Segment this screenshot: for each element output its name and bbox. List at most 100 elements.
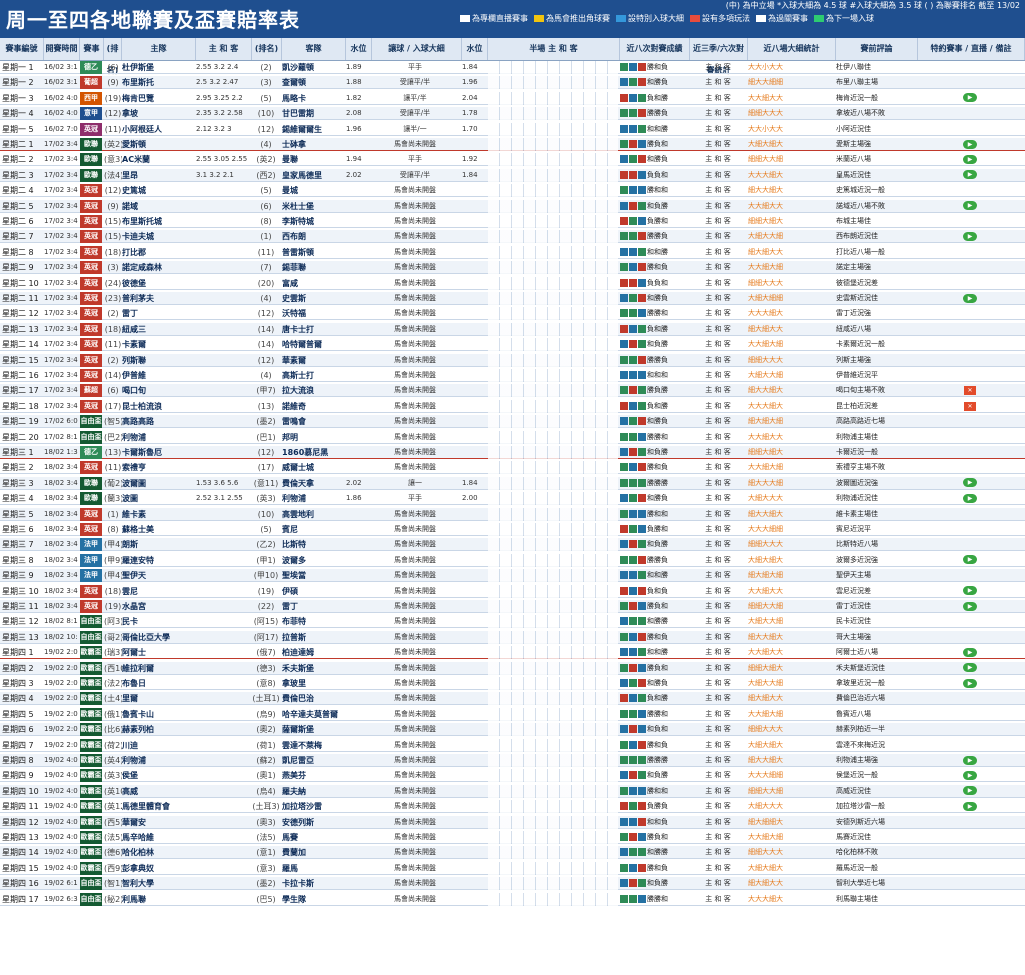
away-team[interactable]: 錫維爾爾生 xyxy=(282,123,346,136)
live-stream-icon[interactable]: ▶ xyxy=(963,139,977,149)
home-team[interactable]: 高路高路 xyxy=(122,415,194,428)
table-row[interactable]: 星期一 4 16/02 4:00am意甲(12)拿坡2.35 3.2 2.58 (1… xyxy=(0,107,1025,121)
table-row[interactable]: 星期三 8 18/02 3:45am法甲(甲9)羅連安特 (甲1) 波爾多 馬會尚未開盤… xyxy=(0,553,1025,567)
away-team[interactable]: 賓尼 xyxy=(282,523,346,536)
away-team[interactable]: 富咸 xyxy=(282,277,346,290)
away-team[interactable]: 波爾多 xyxy=(282,554,346,567)
home-team[interactable]: 布里斯托城 xyxy=(122,215,194,228)
away-team[interactable]: 費倫天拿 xyxy=(282,477,346,490)
home-team[interactable]: 阿爾士 xyxy=(122,646,194,659)
table-row[interactable]: 星期四 12 19/02 4:05am歐霸盃(西5)華爾安 (奧3) 安德列斯 馬會尚未… xyxy=(0,815,1025,829)
away-team[interactable]: 馬賽 xyxy=(282,831,346,844)
home-team[interactable]: 布魯日 xyxy=(122,677,194,690)
home-team[interactable]: 雲尼 xyxy=(122,585,194,598)
table-row[interactable]: 星期二 19 17/02 6:00am自由盃(智5)高路高路 (墨2) 雷鳴會 馬會尚未… xyxy=(0,415,1025,429)
home-team[interactable]: 波爾圖 xyxy=(122,477,194,490)
table-row[interactable]: 星期二 5 17/02 3:45am英冠 (9)諾域 (6) 米杜士堡 馬會尚未開盤 和負勝… xyxy=(0,199,1025,213)
live-stream-icon[interactable]: ▶ xyxy=(963,678,977,688)
home-team[interactable]: 朗斯 xyxy=(122,538,194,551)
home-team[interactable]: 蘇格士美 xyxy=(122,523,194,536)
live-stream-icon[interactable]: ▶ xyxy=(963,293,977,303)
home-team[interactable]: 紐咸三 xyxy=(122,323,194,336)
away-team[interactable]: 華素爾 xyxy=(282,354,346,367)
table-row[interactable]: 星期二 18 17/02 3:45am英冠(17)昆士柏流浪 (13) 諾維奇 馬會尚未… xyxy=(0,399,1025,413)
away-team[interactable]: 錫菲聯 xyxy=(282,261,346,274)
table-row[interactable]: 星期二 9 17/02 3:45am英冠 (3)諾定咸森林 (7) 錫菲聯 馬會尚未開盤 勝… xyxy=(0,261,1025,275)
table-row[interactable]: 星期四 4 19/02 2:00am歐霸盃(土4)里爾 (土耳1)費倫巴治 馬會尚未開… xyxy=(0,692,1025,706)
table-row[interactable]: 星期二 20 17/02 8:15am自由盃(巴2)利物浦 (巴1) 邦明 馬會尚未開盤… xyxy=(0,430,1025,444)
table-row[interactable]: 星期四 14 19/02 4:05am歐霸盃(德6)哈化柏林 (意1) 費蘭加 馬會尚未… xyxy=(0,846,1025,860)
home-team[interactable]: 赫素列柏 xyxy=(122,723,194,736)
away-team[interactable]: 拿玻里 xyxy=(282,677,346,690)
table-row[interactable]: 星期二 11 17/02 3:45am英冠(23)普利茅夫 (4) 史雲斯 馬會尚未開盤… xyxy=(0,292,1025,305)
home-team[interactable]: 卡爾斯魯厄 xyxy=(122,446,194,459)
home-team[interactable]: 智利大學 xyxy=(122,877,194,890)
home-team[interactable]: 昆士柏流浪 xyxy=(122,400,194,413)
table-row[interactable]: 星期二 8 17/02 3:45am英冠(18)打比郡 (11) 普雷斯頓 馬會尚未開盤… xyxy=(0,245,1025,259)
table-row[interactable]: 星期一 2 16/02 3:15am葡超 (9)布里斯托2.5 3.2 2.47 (3… xyxy=(0,76,1025,90)
home-team[interactable]: 拿坡 xyxy=(122,107,194,120)
home-team[interactable]: 水晶宮 xyxy=(122,600,194,613)
away-team[interactable]: 曼聯 xyxy=(282,153,346,166)
away-team[interactable]: 聖埃當 xyxy=(282,569,346,582)
table-row[interactable]: 星期三 5 18/02 3:45am英冠 (1)維卡素 (10) 高雲地利 馬會尚未開盤 勝… xyxy=(0,507,1025,521)
table-row[interactable]: 星期三 4 18/02 3:45am歐聯(蘭3)波圖2.52 3.1 2.55 (英… xyxy=(0,492,1025,506)
away-team[interactable]: 利物浦 xyxy=(282,492,346,505)
away-team[interactable]: 米杜士堡 xyxy=(282,200,346,213)
table-row[interactable]: 星期四 5 19/02 2:00am歐霸盃(俄1)魯賓卡山 (烏9) 哈辛達夫莫普爾 馬… xyxy=(0,707,1025,721)
away-team[interactable]: 士砵拿 xyxy=(282,138,346,151)
table-row[interactable]: 星期二 2 17/02 3:45am歐聯(意3)AC米蘭2.55 3.05 2.5… xyxy=(0,153,1025,167)
home-team[interactable]: 聖伊天 xyxy=(122,569,194,582)
home-team[interactable]: 彭拿典奴 xyxy=(122,862,194,875)
table-row[interactable]: 星期四 1319/02 4:05am歐霸盃(法5)馬辛哈維(法5)馬賽馬會尚未開… xyxy=(0,831,1025,844)
table-row[interactable]: 星期四 3 19/02 2:00am歐霸盃(法2)布魯日 (意8) 拿玻里 馬會尚未開盤… xyxy=(0,677,1025,690)
table-row[interactable]: 星期二 14 17/02 3:45am英冠(11)卡素爾 (14) 哈特爾普爾 馬會尚未… xyxy=(0,338,1025,352)
home-team[interactable]: 列斯聯 xyxy=(122,354,194,367)
away-team[interactable]: 雷鳴會 xyxy=(282,415,346,428)
live-stream-icon[interactable]: ▶ xyxy=(963,493,977,503)
away-team[interactable]: 皇家馬德里 xyxy=(282,169,346,182)
away-team[interactable]: 費蘭加 xyxy=(282,846,346,859)
table-row[interactable]: 星期三 11 18/02 3:45am英冠(19)水晶宮 (22) 雷丁 馬會尚未開盤 勝… xyxy=(0,600,1025,613)
table-row[interactable]: 星期四 16 19/02 6:15am自由盃(智1)智利大學 (墨2) 卡拉卡斯 馬會尚… xyxy=(0,877,1025,891)
away-team[interactable]: 拉大流浪 xyxy=(282,384,346,397)
home-team[interactable]: 雷丁 xyxy=(122,307,194,320)
home-team[interactable]: 彼德堡 xyxy=(122,277,194,290)
live-stream-icon[interactable]: ▶ xyxy=(963,663,977,673)
home-team[interactable]: 維卡素 xyxy=(122,508,194,521)
table-row[interactable]: 星期三 2 18/02 3:45am英冠(11)索禮亨 (17) 威爾士城 馬會尚未開盤… xyxy=(0,461,1025,475)
away-team[interactable]: 柏迪達姆 xyxy=(282,646,346,659)
home-team[interactable]: AC米蘭 xyxy=(122,153,194,166)
home-team[interactable]: 梅肯巴覽 xyxy=(122,92,194,105)
away-team[interactable]: 安德列斯 xyxy=(282,816,346,829)
home-team[interactable]: 小阿根廷人 xyxy=(122,123,194,136)
live-stream-icon[interactable]: ▶ xyxy=(963,201,977,211)
away-team[interactable]: 查爾頓 xyxy=(282,76,346,89)
table-row[interactable]: 星期三 1 18/02 1:30am德乙(13)卡爾斯魯厄 (12) 1860慕尼黑 馬… xyxy=(0,446,1025,459)
home-team[interactable]: 利物浦 xyxy=(122,431,194,444)
live-stream-icon[interactable]: ▶ xyxy=(963,647,977,657)
live-stream-icon[interactable]: ▶ xyxy=(963,478,977,488)
table-row[interactable]: 星期三 7 18/02 3:45am法甲(甲4)朗斯 (乙2) 比斯特 馬會尚未開盤 和負… xyxy=(0,538,1025,552)
home-team[interactable]: 羅連安特 xyxy=(122,554,194,567)
home-team[interactable]: 利馬聯 xyxy=(122,893,194,906)
home-team[interactable]: 魯賓卡山 xyxy=(122,708,194,721)
live-stream-icon[interactable]: ▶ xyxy=(963,154,977,164)
away-team[interactable]: 沃特福 xyxy=(282,307,346,320)
away-team[interactable]: 普雷斯頓 xyxy=(282,246,346,259)
away-team[interactable]: 李斯特城 xyxy=(282,215,346,228)
table-row[interactable]: 星期二 15 17/02 3:45am英冠 (2)列斯聯 (12) 華素爾 馬會尚未開盤 勝… xyxy=(0,353,1025,367)
home-team[interactable]: 伊普維 xyxy=(122,369,194,382)
home-team[interactable]: 川迪 xyxy=(122,739,194,752)
away-team[interactable]: 史雲斯 xyxy=(282,292,346,305)
home-team[interactable]: 索禮亨 xyxy=(122,461,194,474)
live-stream-icon[interactable]: ▶ xyxy=(963,170,977,180)
away-team[interactable]: 學生隊 xyxy=(282,893,346,906)
home-team[interactable]: 民卡 xyxy=(122,615,194,628)
home-team[interactable]: 諾定咸森林 xyxy=(122,261,194,274)
table-row[interactable]: 星期四 2 19/02 2:00am歐霸盃(西10)維拉利爾 (德3) 禾夫斯堡 馬會尚… xyxy=(0,661,1025,675)
away-team[interactable]: 禾夫斯堡 xyxy=(282,662,346,675)
live-stream-icon[interactable]: ▶ xyxy=(963,231,977,241)
home-team[interactable]: 波圖 xyxy=(122,492,194,505)
away-team[interactable]: 加拉塔沙雷 xyxy=(282,800,346,813)
